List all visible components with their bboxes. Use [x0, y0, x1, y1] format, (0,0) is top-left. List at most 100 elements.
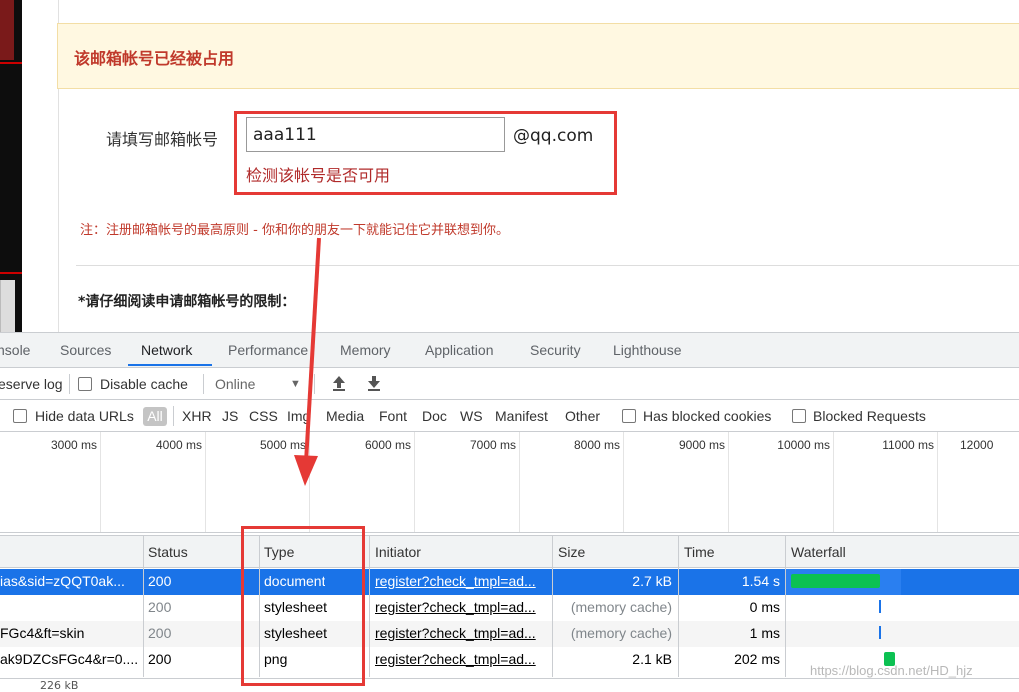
hide-data-urls-label[interactable]: Hide data URLs [35, 408, 134, 424]
toolbar-separator [69, 374, 70, 394]
timeline-gridline [414, 432, 415, 532]
left-strip-divider [0, 62, 22, 64]
upload-arrow-icon[interactable] [331, 374, 347, 395]
column-size[interactable]: Size [558, 544, 585, 560]
rules-heading: *请仔细阅读申请邮箱帐号的限制： [78, 294, 296, 310]
has-blocked-cookies-label[interactable]: Has blocked cookies [643, 408, 771, 424]
filter-other[interactable]: Other [565, 408, 600, 424]
disable-cache-label[interactable]: Disable cache [100, 376, 188, 392]
row-time: 202 ms [734, 651, 780, 667]
tab-sources[interactable]: Sources [60, 342, 111, 358]
row-status: 200 [148, 599, 172, 615]
has-blocked-cookies-checkbox[interactable] [622, 408, 636, 424]
scrollbar[interactable] [0, 280, 15, 332]
email-field-label: 请填写邮箱帐号 [106, 130, 219, 149]
row-status: 200 [148, 651, 172, 667]
left-strip-graphic [0, 0, 14, 60]
timeline-label: 12000 [960, 438, 994, 452]
timeline-label: 7000 ms [469, 438, 516, 452]
tab-lighthouse[interactable]: Lighthouse [613, 342, 682, 358]
requests-table-header: Status Type Initiator Size Time Waterfal… [0, 535, 1019, 568]
row-status: 200 [148, 573, 172, 589]
column-divider [678, 535, 679, 677]
timeline-gridline [309, 432, 310, 532]
timeline-label: 5000 ms [259, 438, 306, 452]
tab-security[interactable]: Security [530, 342, 581, 358]
row-initiator[interactable]: register?check_tmpl=ad... [375, 573, 536, 589]
timeline-overview[interactable]: 3000 ms 4000 ms 5000 ms 6000 ms 7000 ms … [0, 432, 1019, 533]
annotation-box-type-column [241, 526, 365, 686]
checkbox-icon[interactable] [622, 409, 636, 423]
tab-network[interactable]: Network [141, 342, 192, 358]
network-toolbar: eserve log Disable cache Online ▼ [0, 368, 1019, 400]
preserve-log-label[interactable]: eserve log [0, 376, 63, 392]
timeline-label: 8000 ms [573, 438, 620, 452]
row-size: (memory cache) [570, 599, 672, 615]
devtools-panel: nsole Sources Network Performance Memory… [0, 332, 1019, 692]
blocked-requests-checkbox[interactable] [792, 408, 806, 424]
column-divider [552, 535, 553, 677]
table-row[interactable]: ias&sid=zQQT0ak... 200 document register… [0, 569, 1019, 595]
filter-separator [173, 406, 174, 426]
timeline-gridline [833, 432, 834, 532]
filter-xhr[interactable]: XHR [182, 408, 212, 424]
row-time: 1 ms [749, 625, 780, 641]
filter-font[interactable]: Font [379, 408, 407, 424]
row-name: ias&sid=zQQT0ak... [0, 573, 125, 589]
timeline-label: 9000 ms [678, 438, 725, 452]
column-divider [143, 535, 144, 677]
tab-memory[interactable]: Memory [340, 342, 391, 358]
left-strip-divider [0, 272, 22, 274]
registration-note: 注：注册邮箱帐号的最高原则 - 你和你的朋友一下就能记住它并联想到你。 [80, 223, 509, 238]
filter-bar: Hide data URLs All XHR JS CSS Img Media … [0, 400, 1019, 432]
filter-img[interactable]: Img [287, 408, 310, 424]
row-initiator[interactable]: register?check_tmpl=ad... [375, 625, 536, 641]
filter-all[interactable]: All [143, 407, 167, 426]
column-divider [369, 535, 370, 677]
column-waterfall[interactable]: Waterfall [791, 544, 846, 560]
row-time: 0 ms [749, 599, 780, 615]
filter-js[interactable]: JS [222, 408, 238, 424]
timeline-gridline [623, 432, 624, 532]
table-row[interactable]: FGc4&ft=skin 200 stylesheet register?che… [0, 621, 1019, 647]
column-time[interactable]: Time [684, 544, 715, 560]
disable-cache-checkbox[interactable] [78, 376, 92, 392]
row-status: 200 [148, 625, 172, 641]
timeline-label: 6000 ms [364, 438, 411, 452]
caret-down-icon[interactable]: ▼ [290, 378, 301, 390]
filter-media[interactable]: Media [326, 408, 364, 424]
timeline-gridline [205, 432, 206, 532]
tab-application[interactable]: Application [425, 342, 494, 358]
row-name: ak9DZCsFGc4&r=0.... [0, 651, 139, 667]
row-time: 1.54 s [741, 573, 780, 589]
waterfall-bar [791, 574, 880, 588]
filter-ws[interactable]: WS [460, 408, 483, 424]
timeline-gridline [100, 432, 101, 532]
blocked-requests-label[interactable]: Blocked Requests [813, 408, 926, 424]
checkbox-icon[interactable] [792, 409, 806, 423]
active-tab-indicator [128, 364, 212, 366]
tab-performance[interactable]: Performance [228, 342, 308, 358]
row-size: 2.1 kB [632, 651, 672, 667]
column-initiator[interactable]: Initiator [375, 544, 421, 560]
column-divider [785, 535, 786, 677]
throttle-select[interactable]: Online [215, 376, 255, 392]
row-initiator[interactable]: register?check_tmpl=ad... [375, 651, 536, 667]
timeline-label: 11000 ms [882, 438, 934, 452]
timeline-label: 10000 ms [777, 438, 830, 452]
row-initiator[interactable]: register?check_tmpl=ad... [375, 599, 536, 615]
download-arrow-icon[interactable] [366, 374, 382, 395]
timeline-gridline [937, 432, 938, 532]
filter-manifest[interactable]: Manifest [495, 408, 548, 424]
filter-css[interactable]: CSS [249, 408, 278, 424]
tab-console[interactable]: nsole [0, 342, 30, 358]
timeline-gridline [519, 432, 520, 532]
checkbox-icon[interactable] [78, 377, 92, 391]
hide-data-urls-checkbox[interactable] [13, 408, 27, 424]
checkbox-icon[interactable] [13, 409, 27, 423]
timeline-label: 3000 ms [50, 438, 97, 452]
waterfall-bar [879, 600, 881, 613]
column-status[interactable]: Status [148, 544, 188, 560]
filter-doc[interactable]: Doc [422, 408, 447, 424]
table-row[interactable]: 200 stylesheet register?check_tmpl=ad...… [0, 595, 1019, 621]
